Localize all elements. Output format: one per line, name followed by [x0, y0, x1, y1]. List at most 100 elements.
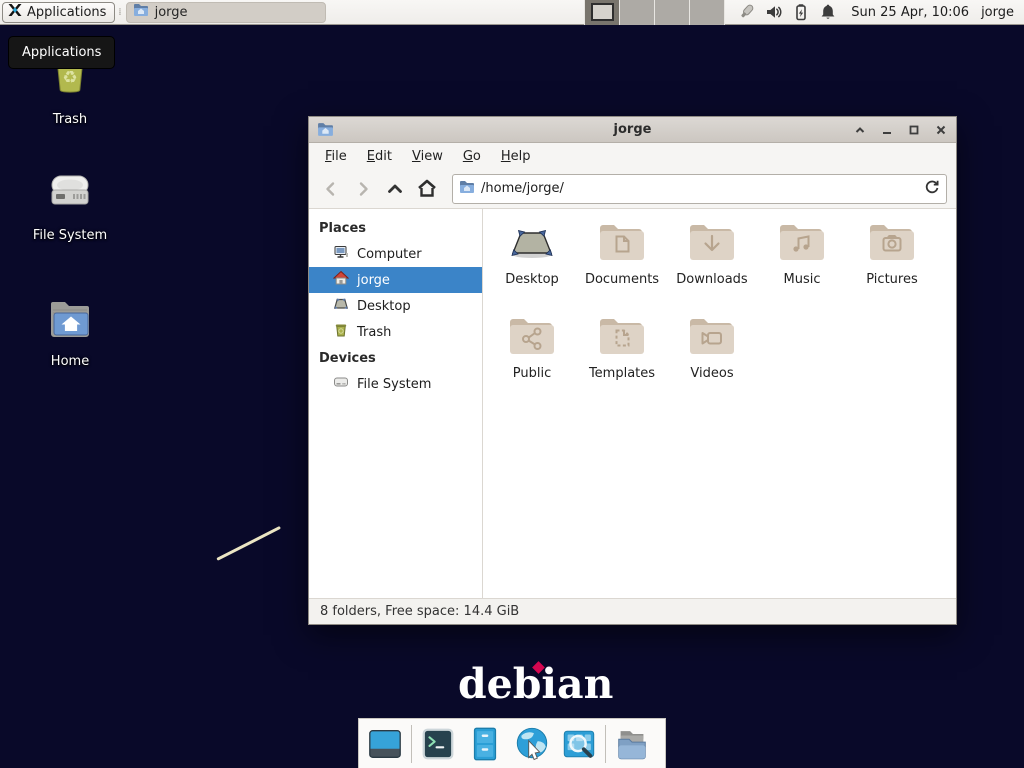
file-item-documents[interactable]: Documents — [577, 215, 667, 309]
shade-button[interactable] — [853, 123, 867, 137]
dock-panel — [358, 718, 666, 768]
input-device-icon[interactable] — [738, 3, 756, 21]
menu-help[interactable]: Help — [491, 146, 541, 167]
file-item-downloads[interactable]: Downloads — [667, 215, 757, 309]
location-bar[interactable]: /home/jorge/ — [452, 174, 947, 204]
directory-menu-icon[interactable] — [611, 723, 653, 765]
sidebar-item-trash[interactable]: Trash — [309, 319, 482, 345]
workspace-switcher[interactable] — [584, 0, 725, 25]
file-item-desktop[interactable]: Desktop — [487, 215, 577, 309]
menu-bar: File Edit View Go Help — [309, 143, 956, 169]
app-finder-icon[interactable] — [558, 723, 600, 765]
sidebar-item-label: jorge — [357, 273, 390, 288]
home-button[interactable] — [414, 176, 440, 202]
desktop-icon-label: Home — [51, 354, 89, 369]
workspace-window-thumb — [591, 3, 614, 21]
sidebar-header-places: Places — [309, 215, 482, 241]
sidebar-item-file-system[interactable]: File System — [309, 371, 482, 397]
applications-tooltip: Applications — [8, 36, 115, 69]
status-text: 8 folders, Free space: 14.4 GiB — [320, 604, 519, 619]
file-manager-icon[interactable] — [464, 723, 506, 765]
trash-icon — [333, 322, 349, 342]
status-bar: 8 folders, Free space: 14.4 GiB — [309, 598, 956, 624]
workspace-2[interactable] — [620, 0, 655, 25]
toolbar: /home/jorge/ — [309, 169, 956, 209]
file-view[interactable]: Desktop Documents Downloads — [483, 209, 956, 598]
desktop-icon-home[interactable]: Home — [22, 296, 118, 369]
battery-icon[interactable] — [792, 3, 810, 21]
applications-menu-button[interactable]: Applications — [2, 2, 115, 23]
system-tray — [738, 3, 837, 21]
user-home-icon — [333, 270, 349, 290]
file-item-templates[interactable]: Templates — [577, 309, 667, 403]
dock-separator — [411, 725, 412, 763]
file-item-label: Documents — [585, 272, 659, 287]
dock-separator — [605, 725, 606, 763]
menu-view[interactable]: View — [402, 146, 453, 167]
path-input[interactable]: /home/jorge/ — [481, 181, 918, 196]
folder-pictures-icon — [868, 221, 916, 267]
wallpaper-swoosh — [216, 526, 281, 561]
workspace-3[interactable] — [655, 0, 690, 25]
folder-documents-icon — [598, 221, 646, 267]
computer-icon — [333, 244, 349, 264]
sidebar-item-label: File System — [357, 377, 431, 392]
folder-templates-icon — [598, 315, 646, 361]
panel-clock[interactable]: Sun 25 Apr, 10:06 — [851, 5, 969, 20]
desktop-icon — [333, 296, 349, 316]
maximize-button[interactable] — [907, 123, 921, 137]
file-item-music[interactable]: Music — [757, 215, 847, 309]
sidebar-item-desktop[interactable]: Desktop — [309, 293, 482, 319]
sidebar-item-label: Trash — [357, 325, 391, 340]
file-item-public[interactable]: Public — [487, 309, 577, 403]
show-desktop-icon[interactable] — [364, 723, 406, 765]
back-button[interactable] — [318, 176, 344, 202]
desktop-screen: Applications ⁞ jorge — [0, 0, 1024, 768]
reload-button[interactable] — [924, 179, 940, 199]
file-manager-window: jorge File Edit View Go Help — [308, 116, 957, 625]
sidebar-item-label: Computer — [357, 247, 422, 262]
file-item-label: Templates — [589, 366, 655, 381]
notification-bell-icon[interactable] — [819, 3, 837, 21]
pathbar-folder-icon — [459, 180, 475, 198]
drive-icon — [333, 374, 349, 394]
workspace-1[interactable] — [585, 0, 620, 25]
panel-handle[interactable]: ⁞ — [115, 7, 123, 18]
close-button[interactable] — [934, 123, 948, 137]
folder-music-icon — [778, 221, 826, 267]
menu-file[interactable]: File — [315, 146, 357, 167]
sidebar-item-label: Desktop — [357, 299, 411, 314]
desktop-icon-label: File System — [33, 228, 107, 243]
file-item-videos[interactable]: Videos — [667, 309, 757, 403]
terminal-icon[interactable] — [417, 723, 459, 765]
panel-user-menu[interactable]: jorge — [981, 5, 1014, 20]
folder-videos-icon — [688, 315, 736, 361]
debian-logo: debian — [458, 660, 613, 708]
drive-icon — [45, 168, 95, 220]
file-item-pictures[interactable]: Pictures — [847, 215, 937, 309]
menu-edit[interactable]: Edit — [357, 146, 402, 167]
places-sidebar: Places Computer jorge — [309, 209, 483, 598]
forward-button[interactable] — [350, 176, 376, 202]
applications-menu-icon — [7, 2, 23, 22]
sidebar-header-devices: Devices — [309, 345, 482, 371]
taskbar-window-button[interactable]: jorge — [126, 2, 326, 23]
up-button[interactable] — [382, 176, 408, 202]
menu-go[interactable]: Go — [453, 146, 491, 167]
applications-menu-label: Applications — [27, 5, 106, 20]
taskbar-window-icon — [133, 3, 149, 21]
file-item-label: Desktop — [505, 272, 559, 287]
file-item-label: Public — [513, 366, 551, 381]
web-browser-icon[interactable] — [511, 723, 553, 765]
volume-icon[interactable] — [765, 3, 783, 21]
minimize-button[interactable] — [880, 123, 894, 137]
desktop-icon-file-system[interactable]: File System — [22, 168, 118, 243]
workspace-4[interactable] — [690, 0, 725, 25]
file-item-label: Pictures — [866, 272, 917, 287]
folder-downloads-icon — [688, 221, 736, 267]
sidebar-item-jorge[interactable]: jorge — [309, 267, 482, 293]
window-titlebar[interactable]: jorge — [309, 117, 956, 143]
sidebar-item-computer[interactable]: Computer — [309, 241, 482, 267]
top-panel: Applications ⁞ jorge — [0, 0, 1024, 25]
svg-text:♻: ♻ — [62, 68, 77, 88]
